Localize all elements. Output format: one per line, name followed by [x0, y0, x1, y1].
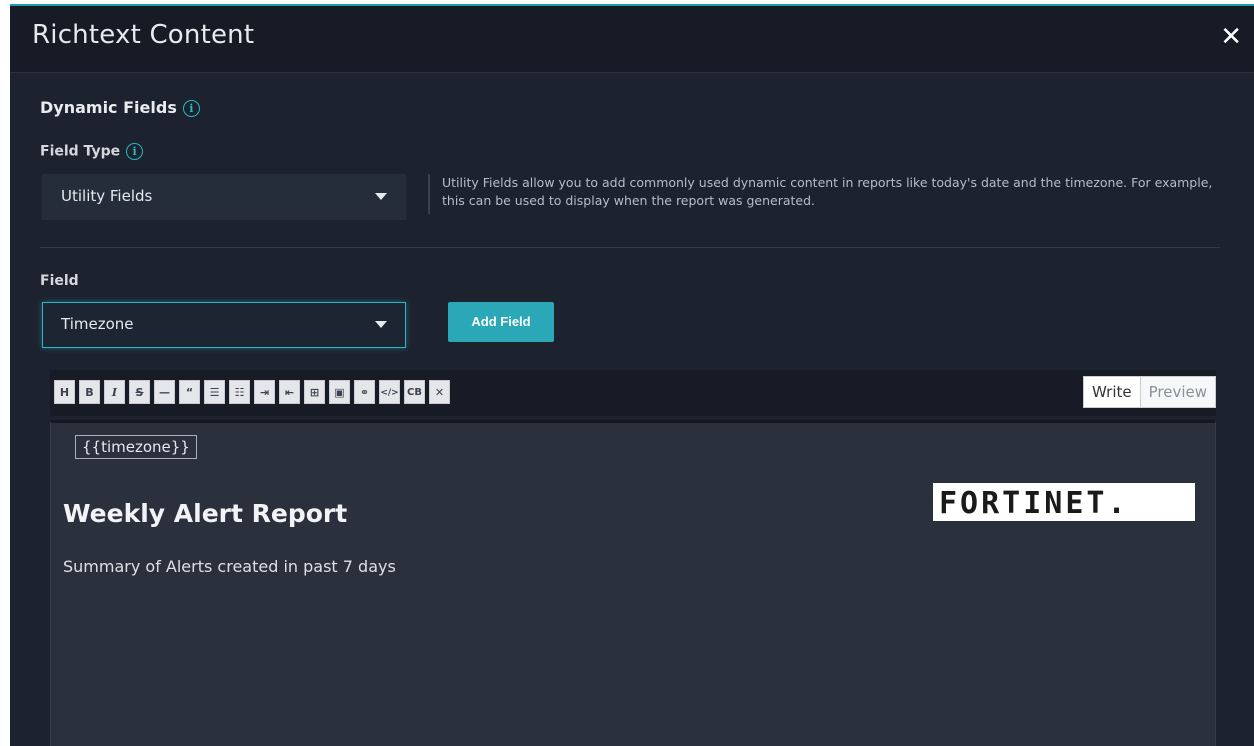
image-icon[interactable]: ▣	[329, 380, 350, 404]
report-subtitle: Summary of Alerts created in past 7 days	[63, 557, 396, 576]
italic-icon[interactable]: I	[104, 380, 125, 404]
heading-icon[interactable]: H	[54, 380, 75, 404]
field-label: Field	[40, 273, 79, 289]
numbered-list-icon[interactable]: ☷	[229, 380, 250, 404]
editor-mode-tabs: Write Preview	[1083, 376, 1216, 408]
outdent-icon[interactable]: ⇤	[279, 380, 300, 404]
dynamic-fields-heading: Dynamic Fields i	[40, 98, 200, 117]
close-icon[interactable]: ✕	[1220, 24, 1242, 50]
field-type-help-text: Utility Fields allow you to add commonly…	[428, 174, 1232, 214]
modal-header: Richtext Content ✕	[10, 6, 1254, 73]
strikethrough-icon[interactable]: S	[129, 380, 150, 404]
timezone-field-chip[interactable]: {{timezone}}	[75, 435, 197, 459]
chevron-down-icon	[375, 321, 387, 328]
richtext-editor[interactable]: {{timezone}} FORTINET. Weekly Alert Repo…	[50, 420, 1216, 746]
field-type-value: Utility Fields	[61, 187, 153, 205]
field-select[interactable]: Timezone	[42, 302, 406, 348]
modal-title: Richtext Content	[32, 20, 255, 50]
quote-icon[interactable]: “	[179, 380, 200, 404]
info-icon[interactable]: i	[182, 100, 200, 117]
fortinet-logo: FORTINET.	[933, 483, 1195, 521]
code-block-icon[interactable]: CB	[404, 380, 425, 404]
report-title: Weekly Alert Report	[63, 499, 348, 528]
field-type-label: Field Type	[40, 143, 121, 160]
fullscreen-icon[interactable]: ✕	[429, 380, 450, 404]
link-icon[interactable]: ⚭	[354, 380, 375, 404]
dynamic-fields-title: Dynamic Fields	[40, 98, 177, 117]
chevron-down-icon	[375, 193, 387, 200]
field-value: Timezone	[61, 315, 134, 333]
field-type-info-icon[interactable]: i	[126, 143, 144, 160]
code-icon[interactable]: </>	[379, 380, 400, 404]
field-type-select[interactable]: Utility Fields	[42, 174, 406, 220]
divider	[40, 247, 1220, 248]
bold-icon[interactable]: B	[79, 380, 100, 404]
indent-icon[interactable]: ⇥	[254, 380, 275, 404]
background-page-edge	[0, 96, 10, 126]
field-type-label-row: Field Type i	[40, 143, 144, 160]
tab-write[interactable]: Write	[1084, 377, 1140, 407]
tab-preview[interactable]: Preview	[1139, 377, 1215, 407]
editor-toolbar: H B I S — “ ☰ ☷ ⇥ ⇤ ⊞ ▣ ⚭ </> CB ✕ Write…	[50, 370, 1216, 416]
horizontal-rule-icon[interactable]: —	[154, 380, 175, 404]
add-field-button[interactable]: Add Field	[448, 302, 554, 342]
richtext-content-modal: Richtext Content ✕ Dynamic Fields i Field…	[10, 4, 1254, 746]
logo-text: FORTINET.	[939, 486, 1129, 521]
bullet-list-icon[interactable]: ☰	[204, 380, 225, 404]
table-icon[interactable]: ⊞	[304, 380, 325, 404]
